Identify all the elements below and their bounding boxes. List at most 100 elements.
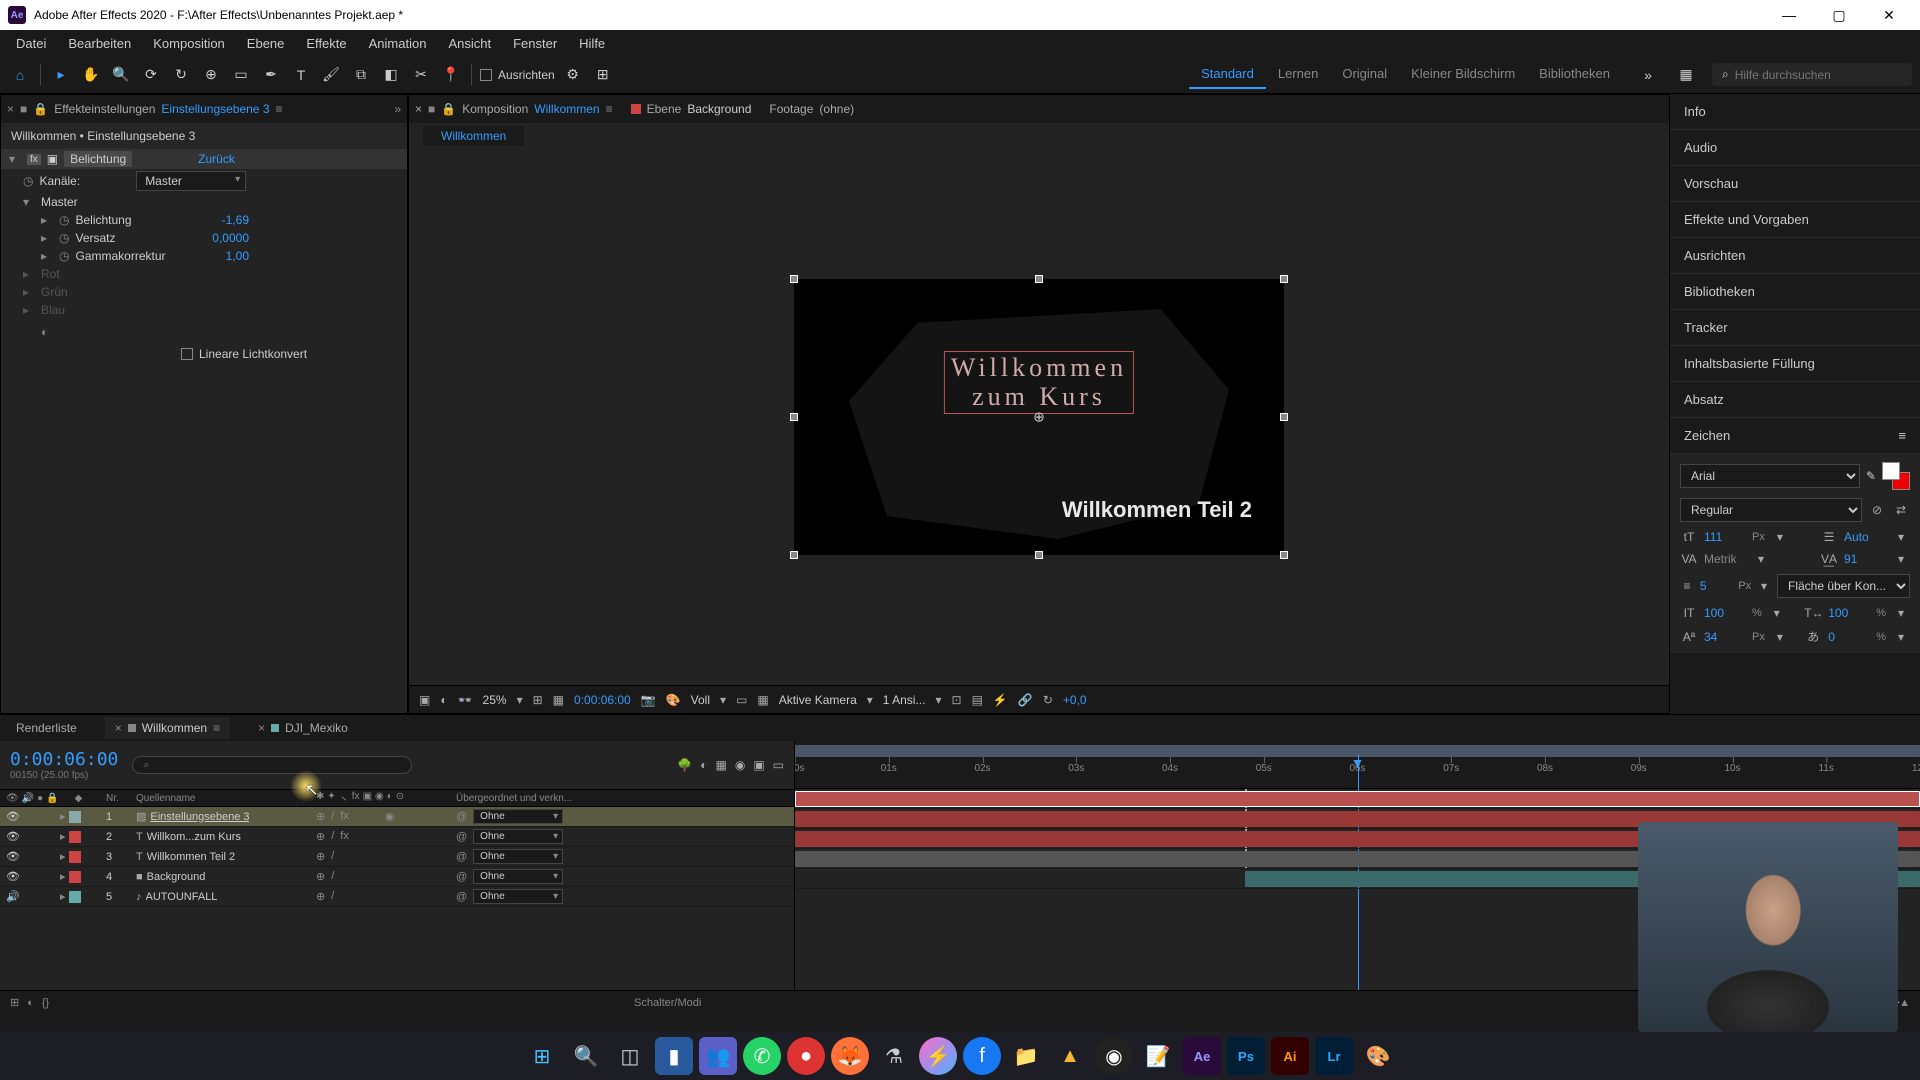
pixel-ar-icon[interactable]: ▤	[972, 693, 983, 707]
transform-handle[interactable]	[1035, 551, 1043, 559]
switch-icon[interactable]: ⊕	[316, 890, 325, 903]
effect-name[interactable]: Belichtung	[64, 151, 132, 167]
app-icon[interactable]: ●	[787, 1037, 825, 1075]
panel-close-icon[interactable]: ×	[7, 102, 14, 116]
obs-icon[interactable]: ◉	[1095, 1037, 1133, 1075]
track-row[interactable]	[795, 789, 1920, 809]
twirl-icon[interactable]: ▸	[60, 890, 66, 903]
ae-icon[interactable]: Ae	[1183, 1037, 1221, 1075]
toggle-brackets-icon[interactable]: {}	[42, 997, 49, 1009]
switch-icon[interactable]: ⊕	[316, 830, 325, 843]
effect-reset-link[interactable]: Zurück	[198, 152, 235, 166]
menu-effekte[interactable]: Effekte	[296, 32, 356, 55]
audio-column-icon[interactable]: 🔊	[22, 793, 34, 804]
timeline-search-input[interactable]	[132, 756, 412, 774]
menu-ansicht[interactable]: Ansicht	[438, 32, 501, 55]
font-family-dropdown[interactable]: Arial	[1680, 464, 1860, 488]
twirl-icon[interactable]: ▸	[41, 231, 53, 245]
viewer-timecode[interactable]: 0:00:06:00	[574, 693, 631, 707]
workspace-standard[interactable]: Standard	[1189, 60, 1266, 89]
pen-tool-icon[interactable]: ✒	[259, 63, 283, 87]
ps-icon[interactable]: Ps	[1227, 1037, 1265, 1075]
switch-icon[interactable]: ⊕	[316, 810, 325, 823]
switch-icon[interactable]: ⊕	[316, 870, 325, 883]
toggle-switches-icon[interactable]: ⊞	[10, 996, 19, 1009]
roi-icon[interactable]: ▭	[736, 693, 747, 707]
no-fill-icon[interactable]: ⊘	[1868, 503, 1886, 517]
eraser-tool-icon[interactable]: ◧	[379, 63, 403, 87]
twirl-icon[interactable]: ▸	[41, 249, 53, 263]
tl-shy-icon[interactable]: ◐	[700, 758, 707, 772]
whatsapp-icon[interactable]: ✆	[743, 1037, 781, 1075]
stroke-mode-dropdown[interactable]: Fläche über Kon...	[1777, 574, 1910, 598]
stroke-width-input[interactable]: 5	[1700, 579, 1732, 593]
layer-tab-name[interactable]: Background	[687, 102, 751, 116]
font-weight-dropdown[interactable]: Regular	[1680, 498, 1862, 522]
zoom-in-icon[interactable]: ▲	[1899, 997, 1910, 1009]
pickwhip-icon[interactable]: @	[456, 831, 467, 843]
color-mgmt-icon[interactable]: 🎨	[666, 693, 681, 707]
parent-dropdown[interactable]: Ohne	[473, 869, 563, 884]
menu-animation[interactable]: Animation	[359, 32, 437, 55]
tl-graph-icon[interactable]: ▦	[715, 758, 726, 772]
parent-dropdown[interactable]: Ohne	[473, 809, 563, 824]
firefox-icon[interactable]: 🦊	[831, 1037, 869, 1075]
layer-name[interactable]: Willkom...zum Kurs	[147, 831, 241, 843]
viewer-area[interactable]: Willkommenzum Kurs Willkommen Teil 2 ⊕	[409, 149, 1669, 685]
maximize-button[interactable]: ▢	[1816, 0, 1862, 30]
kerning-input[interactable]: Metrik	[1704, 552, 1746, 566]
effect-enable-icon[interactable]: ▣	[47, 152, 58, 166]
facebook-icon[interactable]: f	[963, 1037, 1001, 1075]
view-opt-icon[interactable]: ⊡	[952, 693, 962, 707]
timeline-link-icon[interactable]: 🔗	[1018, 693, 1033, 707]
solo-column-icon[interactable]: ●	[37, 793, 43, 804]
task-search-icon[interactable]: 🔍	[567, 1037, 605, 1075]
start-icon[interactable]: ⊞	[523, 1037, 561, 1075]
transform-handle[interactable]	[1035, 275, 1043, 283]
layer-name[interactable]: Willkommen Teil 2	[147, 851, 235, 863]
visibility-toggle[interactable]: 👁	[6, 810, 18, 823]
parent-dropdown[interactable]: Ohne	[473, 889, 563, 904]
selection-tool-icon[interactable]: ▸	[49, 63, 73, 87]
snapshot-icon[interactable]: 📷	[641, 693, 656, 707]
lock-icon[interactable]: 🔒	[441, 102, 456, 116]
anchor-tool-icon[interactable]: ⊕	[199, 63, 223, 87]
workspace-original[interactable]: Original	[1330, 60, 1399, 89]
transform-handle[interactable]	[1280, 551, 1288, 559]
workspace-more-icon[interactable]: »	[1636, 63, 1660, 87]
tl-blur-icon[interactable]: ◉	[735, 758, 745, 772]
menu-bearbeiten[interactable]: Bearbeiten	[58, 32, 141, 55]
channel-icon[interactable]: ◐	[440, 693, 447, 707]
layer-bar[interactable]	[795, 791, 1920, 807]
twirl-icon[interactable]: ▸	[60, 870, 66, 883]
fill-swatch[interactable]	[1882, 462, 1900, 480]
label-color[interactable]	[69, 871, 81, 883]
timeline-tab[interactable]: Renderliste	[6, 717, 87, 739]
tab-close-icon[interactable]: ×	[415, 102, 422, 116]
layer-row[interactable]: 👁▸2TWillkom...zum Kurs⊕/fx@Ohne	[0, 827, 794, 847]
transparency-icon[interactable]: ▦	[757, 693, 768, 707]
twirl-icon[interactable]: ▸	[41, 213, 53, 227]
stopwatch-icon[interactable]: ◷	[23, 174, 33, 188]
text-tool-icon[interactable]: T	[289, 63, 313, 87]
prop-value[interactable]: 0,0000	[212, 231, 399, 245]
panel-menu-icon[interactable]: ≡	[1898, 428, 1906, 443]
snap-opts-icon[interactable]: ⚙	[561, 63, 585, 87]
menu-komposition[interactable]: Komposition	[143, 32, 235, 55]
tracking-input[interactable]: 91	[1844, 552, 1886, 566]
visibility-toggle[interactable]: 👁	[6, 870, 18, 883]
camera-dropdown[interactable]: Aktive Kamera	[779, 693, 857, 707]
side-panel-absatz[interactable]: Absatz	[1670, 382, 1920, 418]
task-view-icon[interactable]: ◫	[611, 1037, 649, 1075]
side-panel-vorschau[interactable]: Vorschau	[1670, 166, 1920, 202]
tl-frame-icon[interactable]: ▭	[773, 758, 784, 772]
label-color[interactable]	[69, 851, 81, 863]
home-icon[interactable]: ⌂	[8, 63, 32, 87]
breadcrumb-item[interactable]: Willkommen	[423, 126, 524, 146]
transform-handle[interactable]	[790, 413, 798, 421]
label-color[interactable]	[69, 831, 81, 843]
switch-icon[interactable]: ⊕	[316, 850, 325, 863]
twirl-icon[interactable]: ▸	[23, 303, 35, 317]
views-dropdown[interactable]: 1 Ansi...	[883, 693, 926, 707]
prop-value[interactable]: 1,00	[226, 249, 399, 263]
